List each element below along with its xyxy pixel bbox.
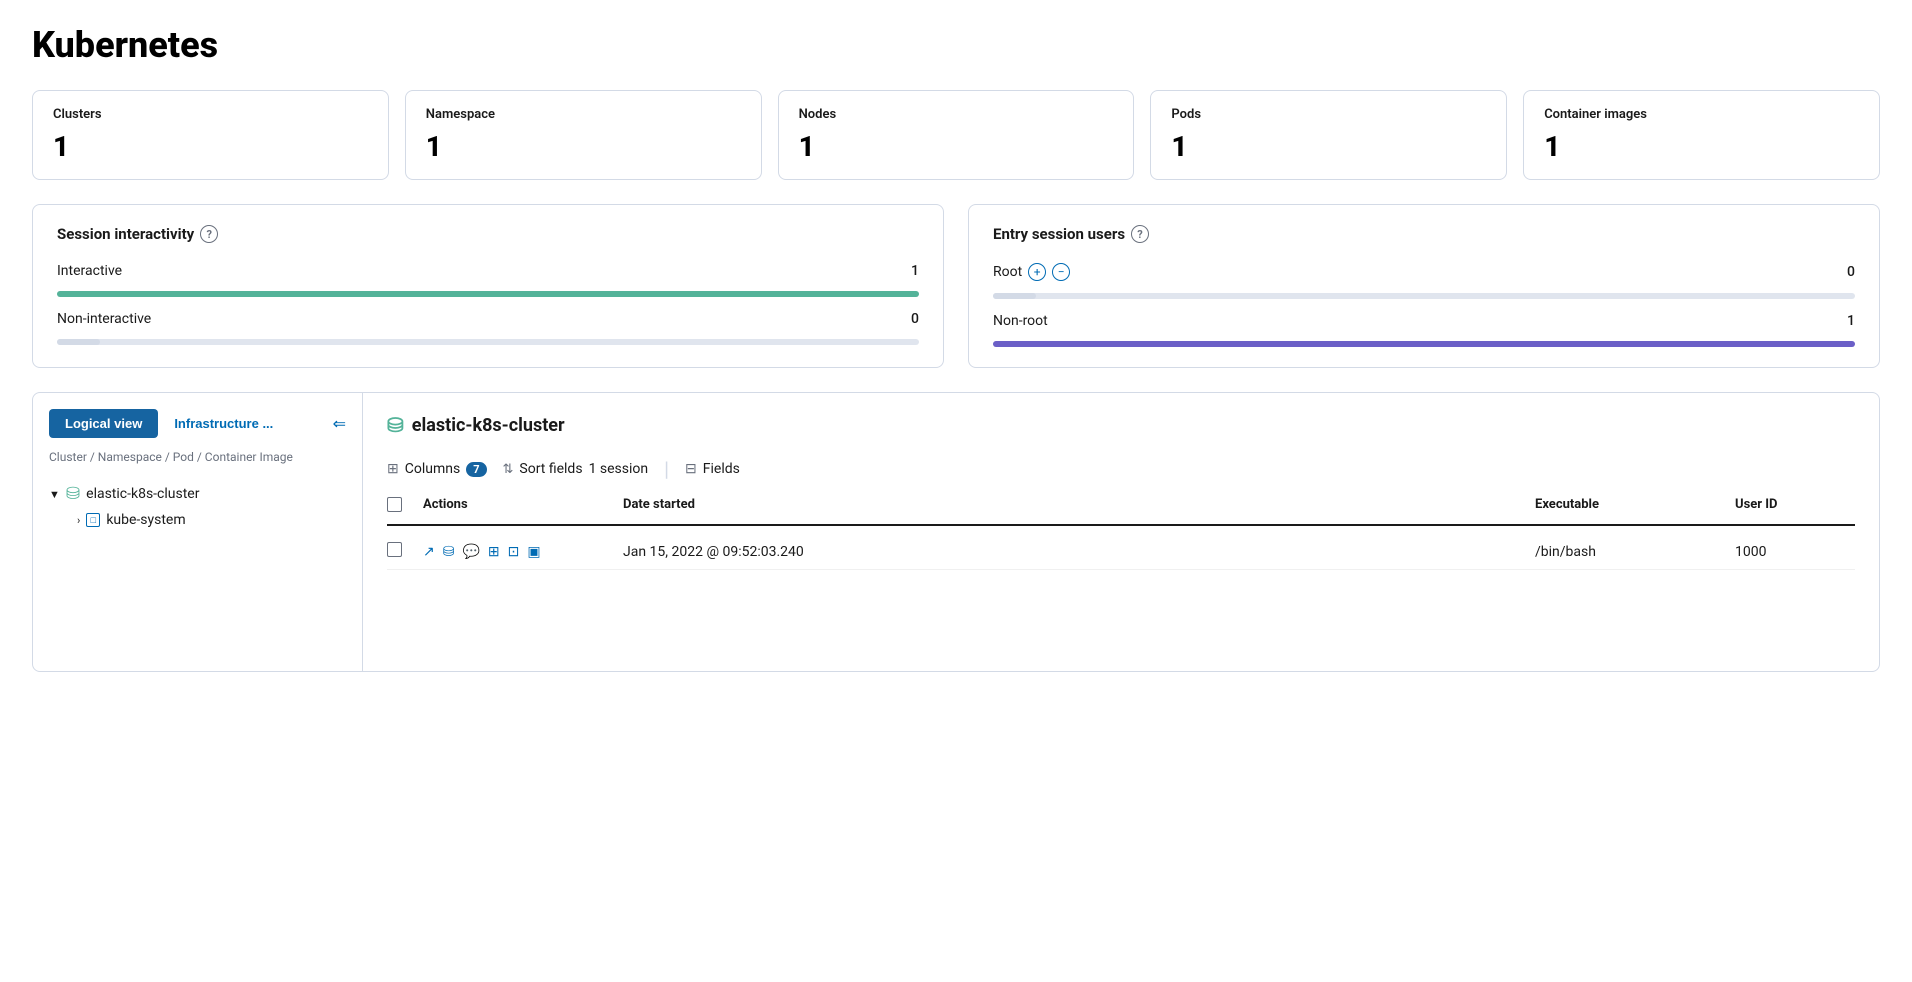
root-plus-icon[interactable]: + bbox=[1028, 263, 1046, 281]
col-header-executable: Executable bbox=[1535, 497, 1735, 516]
sort-session: 1 session bbox=[589, 461, 649, 477]
left-panel: Logical view Infrastructure ... ⇐ Cluste… bbox=[33, 393, 363, 671]
tree-cluster-item[interactable]: ▼ ⛁ elastic-k8s-cluster bbox=[49, 480, 346, 508]
cluster-header-name: elastic-k8s-cluster bbox=[412, 415, 565, 436]
root-label: Root bbox=[993, 264, 1022, 280]
stat-label-clusters: Clusters bbox=[53, 107, 368, 122]
fields-button[interactable]: ⊟ Fields bbox=[685, 461, 740, 477]
col-header-actions: Actions bbox=[423, 497, 623, 516]
row-actions-cell: ↗ ⛁ 💬 ⊞ ⊡ ▣ bbox=[423, 544, 623, 560]
data-table: Actions Date started Executable User ID … bbox=[387, 497, 1855, 570]
namespace-icon: □ bbox=[86, 513, 100, 527]
action-expand-icon[interactable]: ↗ bbox=[423, 544, 435, 560]
columns-badge: 7 bbox=[466, 462, 486, 477]
stat-card-nodes[interactable]: Nodes 1 bbox=[778, 90, 1135, 180]
row-checkbox[interactable] bbox=[387, 542, 402, 557]
sort-fields-button[interactable]: ⇅ Sort fields 1 session bbox=[503, 461, 649, 477]
non-interactive-label: Non-interactive bbox=[57, 311, 197, 327]
non-root-label: Non-root bbox=[993, 313, 1133, 329]
stat-value-pods: 1 bbox=[1171, 130, 1486, 163]
action-terminal-icon[interactable]: ▣ bbox=[527, 544, 540, 560]
columns-button[interactable]: ⊞ Columns 7 bbox=[387, 461, 487, 477]
fields-label: Fields bbox=[703, 461, 740, 477]
interactive-label: Interactive bbox=[57, 263, 197, 279]
stat-label-pods: Pods bbox=[1171, 107, 1486, 122]
stat-card-container-images[interactable]: Container images 1 bbox=[1523, 90, 1880, 180]
columns-label: Columns bbox=[405, 461, 460, 477]
cluster-header: ⛁ elastic-k8s-cluster bbox=[387, 413, 1855, 437]
non-interactive-row: Non-interactive 0 bbox=[57, 311, 919, 327]
row-date-started: Jan 15, 2022 @ 09:52:03.240 bbox=[623, 544, 1535, 560]
stat-card-clusters[interactable]: Clusters 1 bbox=[32, 90, 389, 180]
table-header: Actions Date started Executable User ID bbox=[387, 497, 1855, 526]
entry-session-users-card: Entry session users ? Root + − 0 Non-roo… bbox=[968, 204, 1880, 368]
stat-label-namespace: Namespace bbox=[426, 107, 741, 122]
stat-value-namespace: 1 bbox=[426, 130, 741, 163]
toolbar-separator: | bbox=[664, 457, 669, 481]
row-executable: /bin/bash bbox=[1535, 544, 1735, 560]
bottom-section: Logical view Infrastructure ... ⇐ Cluste… bbox=[32, 392, 1880, 672]
row-checkbox-cell bbox=[387, 542, 423, 561]
col-header-user-id: User ID bbox=[1735, 497, 1855, 516]
sort-label: Sort fields bbox=[519, 461, 582, 477]
cluster-header-icon: ⛁ bbox=[387, 413, 404, 437]
stat-value-nodes: 1 bbox=[799, 130, 1114, 163]
action-grid-icon[interactable]: ⊞ bbox=[488, 544, 500, 560]
namespace-chevron-icon: › bbox=[77, 514, 80, 527]
view-buttons: Logical view Infrastructure ... ⇐ bbox=[49, 409, 346, 438]
metrics-row: Session interactivity ? Interactive 1 No… bbox=[32, 204, 1880, 368]
root-minus-icon[interactable]: − bbox=[1052, 263, 1070, 281]
root-label-group: Root + − bbox=[993, 263, 1153, 281]
columns-icon: ⊞ bbox=[387, 461, 399, 477]
cluster-network-icon: ⛁ bbox=[66, 484, 80, 504]
action-network-icon[interactable]: ⛁ bbox=[443, 544, 455, 560]
tree-child-namespace: › □ kube-system bbox=[77, 508, 346, 532]
session-interactivity-help-icon[interactable]: ? bbox=[200, 225, 218, 243]
action-chat-icon[interactable]: 💬 bbox=[462, 544, 479, 560]
stat-card-namespace[interactable]: Namespace 1 bbox=[405, 90, 762, 180]
fields-icon: ⊟ bbox=[685, 461, 697, 477]
stat-label-nodes: Nodes bbox=[799, 107, 1114, 122]
root-value: 0 bbox=[1835, 264, 1855, 280]
logical-view-button[interactable]: Logical view bbox=[49, 409, 158, 438]
stat-card-pods[interactable]: Pods 1 bbox=[1150, 90, 1507, 180]
non-root-value: 1 bbox=[1835, 313, 1855, 329]
non-interactive-value: 0 bbox=[899, 311, 919, 327]
session-interactivity-card: Session interactivity ? Interactive 1 No… bbox=[32, 204, 944, 368]
interactive-value: 1 bbox=[899, 263, 919, 279]
table-row: ↗ ⛁ 💬 ⊞ ⊡ ▣ Jan 15, 2022 @ 09:52:03.240 … bbox=[387, 534, 1855, 570]
header-checkbox[interactable] bbox=[387, 497, 402, 512]
stat-value-container-images: 1 bbox=[1544, 130, 1859, 163]
row-user-id: 1000 bbox=[1735, 544, 1855, 560]
col-header-checkbox bbox=[387, 497, 423, 516]
non-root-row: Non-root 1 bbox=[993, 313, 1855, 329]
root-row: Root + − 0 bbox=[993, 263, 1855, 281]
cluster-chevron-icon: ▼ bbox=[49, 488, 60, 501]
col-header-date-started: Date started bbox=[623, 497, 1535, 516]
entry-session-users-title: Entry session users ? bbox=[993, 225, 1855, 243]
action-shield-icon[interactable]: ⊡ bbox=[508, 544, 520, 560]
entry-session-users-help-icon[interactable]: ? bbox=[1131, 225, 1149, 243]
sort-icon: ⇅ bbox=[503, 462, 514, 477]
interactive-row: Interactive 1 bbox=[57, 263, 919, 279]
stat-value-clusters: 1 bbox=[53, 130, 368, 163]
toolbar: ⊞ Columns 7 ⇅ Sort fields 1 session | ⊟ … bbox=[387, 457, 1855, 481]
session-interactivity-title: Session interactivity ? bbox=[57, 225, 919, 243]
stat-label-container-images: Container images bbox=[1544, 107, 1859, 122]
right-panel: ⛁ elastic-k8s-cluster ⊞ Columns 7 ⇅ Sort… bbox=[363, 393, 1879, 671]
infrastructure-view-button[interactable]: Infrastructure ... bbox=[166, 409, 281, 438]
tree-namespace-item[interactable]: › □ kube-system bbox=[77, 508, 346, 532]
page-title: Kubernetes bbox=[32, 24, 1880, 66]
namespace-name: kube-system bbox=[106, 512, 185, 528]
collapse-button[interactable]: ⇐ bbox=[333, 414, 346, 434]
stats-row: Clusters 1 Namespace 1 Nodes 1 Pods 1 Co… bbox=[32, 90, 1880, 180]
cluster-name: elastic-k8s-cluster bbox=[86, 486, 199, 502]
breadcrumb: Cluster / Namespace / Pod / Container Im… bbox=[49, 450, 346, 464]
